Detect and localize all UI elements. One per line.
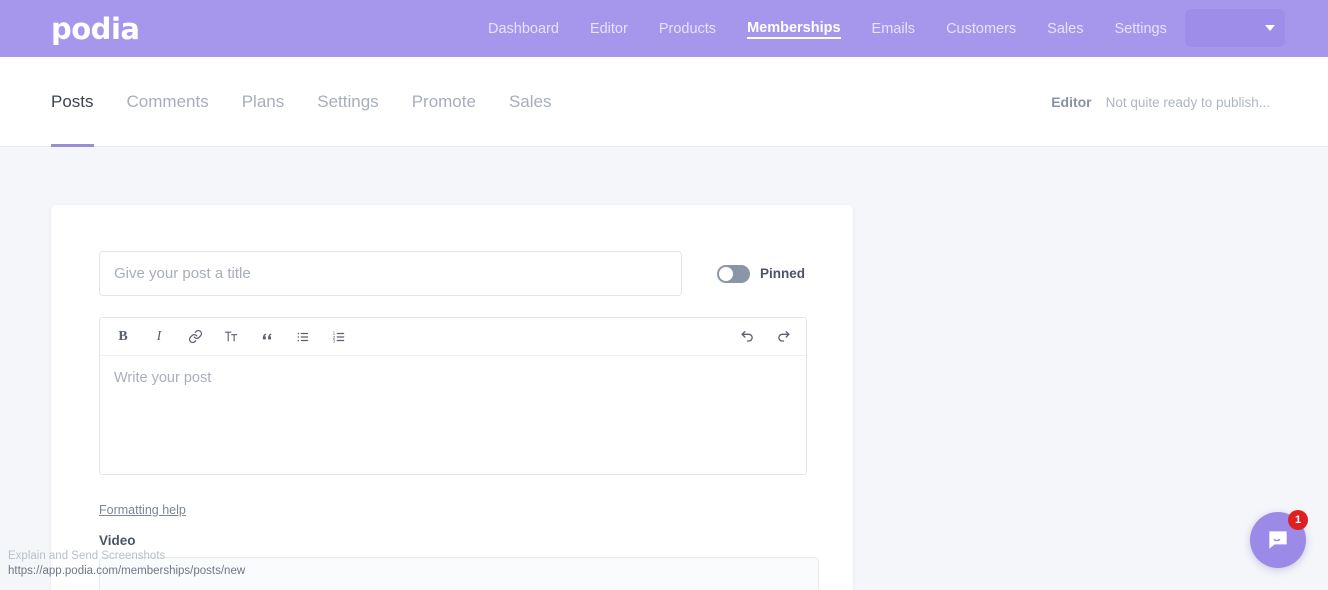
- status-bar-url: https://app.podia.com/memberships/posts/…: [8, 565, 246, 577]
- post-body-input[interactable]: Write your post: [100, 356, 806, 474]
- post-title-input[interactable]: [99, 251, 682, 296]
- rich-text-editor: B I 1 2 3 Write your post: [99, 317, 807, 475]
- video-section-label: Video: [99, 533, 136, 548]
- app-root: podia Dashboard Editor Products Membersh…: [0, 0, 1328, 590]
- text-size-icon[interactable]: [216, 322, 246, 352]
- chat-bubble-icon: [1269, 531, 1287, 549]
- extension-overlay-text: Explain and Send Screenshots: [8, 550, 166, 562]
- top-navigation-bar: podia Dashboard Editor Products Membersh…: [0, 0, 1328, 57]
- nav-item-products[interactable]: Products: [659, 19, 716, 39]
- tab-posts[interactable]: Posts: [51, 57, 94, 147]
- toggle-knob: [719, 266, 733, 281]
- tab-plans[interactable]: Plans: [242, 57, 285, 147]
- tab-sales[interactable]: Sales: [509, 57, 552, 147]
- intercom-unread-badge: 1: [1288, 510, 1308, 530]
- sub-nav-tabs: Posts Comments Plans Settings Promote Sa…: [51, 57, 551, 147]
- italic-icon[interactable]: I: [144, 322, 174, 352]
- bold-icon[interactable]: B: [108, 322, 138, 352]
- nav-item-dashboard[interactable]: Dashboard: [488, 19, 559, 39]
- pinned-label: Pinned: [760, 266, 806, 281]
- account-menu-button[interactable]: [1185, 9, 1285, 47]
- bullet-list-icon[interactable]: [288, 322, 318, 352]
- numbered-list-icon[interactable]: 1 2 3: [324, 322, 354, 352]
- tab-comments[interactable]: Comments: [127, 57, 209, 147]
- nav-item-settings[interactable]: Settings: [1114, 19, 1166, 39]
- top-nav-links: Dashboard Editor Products Memberships Em…: [488, 0, 1167, 57]
- publish-status-text: Not quite ready to publish...: [1105, 94, 1270, 110]
- nav-item-memberships[interactable]: Memberships: [747, 18, 841, 39]
- formatting-help-link[interactable]: Formatting help: [99, 503, 186, 517]
- nav-item-editor[interactable]: Editor: [590, 19, 628, 39]
- redo-icon[interactable]: [768, 322, 798, 352]
- editor-label: Editor: [1051, 94, 1092, 110]
- intercom-chat-launcher[interactable]: 1: [1250, 510, 1308, 568]
- quote-icon[interactable]: [252, 322, 282, 352]
- chevron-down-icon: [1265, 25, 1275, 31]
- post-editor-card: Pinned B I: [51, 205, 853, 590]
- undo-icon[interactable]: [732, 322, 762, 352]
- post-title-row: Pinned: [99, 251, 807, 296]
- tab-promote[interactable]: Promote: [412, 57, 476, 147]
- sub-navigation-bar: Posts Comments Plans Settings Promote Sa…: [0, 57, 1328, 147]
- pinned-toggle-group: Pinned: [717, 264, 806, 283]
- nav-item-emails[interactable]: Emails: [872, 19, 916, 39]
- pinned-toggle[interactable]: [717, 264, 750, 283]
- nav-item-customers[interactable]: Customers: [946, 19, 1016, 39]
- tab-settings[interactable]: Settings: [317, 57, 378, 147]
- svg-text:3: 3: [333, 338, 336, 343]
- editor-toolbar: B I 1 2 3: [100, 318, 806, 356]
- sub-nav-status: Editor Not quite ready to publish...: [1051, 57, 1270, 147]
- nav-item-sales[interactable]: Sales: [1047, 19, 1083, 39]
- podia-logo[interactable]: podia: [51, 12, 140, 46]
- link-icon[interactable]: [180, 322, 210, 352]
- editor-toolbar-right: [726, 322, 798, 352]
